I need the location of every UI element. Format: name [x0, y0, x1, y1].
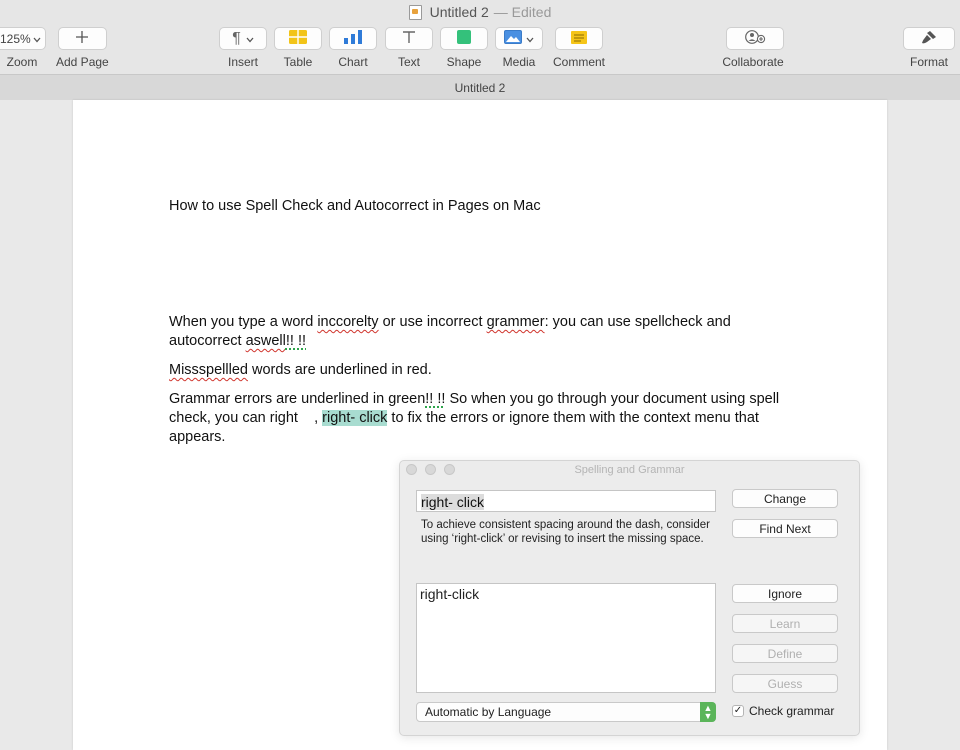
text-label: Text [397, 55, 420, 69]
zoom-value: 125% [0, 31, 31, 46]
suggestion-item[interactable]: right-click [420, 586, 712, 602]
misspelled-word[interactable]: inccorelty [317, 314, 378, 330]
media-button[interactable] [495, 27, 543, 50]
learn-button[interactable]: Learn [732, 614, 838, 633]
define-button[interactable]: Define [732, 644, 838, 663]
shape-label: Shape [446, 55, 482, 69]
comment-icon [571, 30, 587, 47]
current-word: right- click [421, 494, 485, 510]
window-title: Untitled 2 [429, 4, 489, 20]
zoom-select[interactable]: 125% [0, 27, 46, 50]
paintbrush-icon [921, 30, 937, 47]
comment-label: Comment [553, 55, 606, 69]
updown-chevron-icon: ▲ ▼ [700, 702, 716, 722]
ignore-button[interactable]: Ignore [732, 584, 838, 603]
chevron-down-icon [526, 31, 534, 46]
misspelled-word[interactable]: grammer [487, 314, 545, 330]
insert-tool[interactable]: ¶ Insert [219, 27, 267, 69]
find-next-button[interactable]: Find Next [732, 519, 838, 538]
text-button[interactable] [385, 27, 433, 50]
p1-text-b: or use incorrect [378, 314, 487, 330]
plus-icon [75, 30, 89, 47]
zoom-tool[interactable]: 125% Zoom [0, 27, 46, 69]
format-button[interactable] [903, 27, 955, 50]
insert-label: Insert [227, 55, 258, 69]
shape-tool[interactable]: Shape [440, 27, 488, 69]
paragraph-1[interactable]: When you type a word inccorelty or use i… [169, 313, 799, 351]
document-tab-bar: Untitled 2 [0, 74, 960, 101]
media-tool[interactable]: Media [495, 27, 543, 69]
change-button[interactable]: Change [732, 489, 838, 508]
highlighted-error[interactable]: right- click [322, 410, 388, 426]
comment-tool[interactable]: Comment [553, 27, 605, 69]
collaborate-button[interactable] [726, 27, 784, 50]
guess-button[interactable]: Guess [732, 674, 838, 693]
add-page-label: Add Page [56, 55, 109, 69]
suggestions-list[interactable]: right-click [416, 583, 716, 693]
chart-label: Chart [338, 55, 368, 69]
media-label: Media [502, 55, 536, 69]
panel-title: Spelling and Grammar [574, 464, 685, 476]
document-icon [408, 4, 422, 20]
chart-tool[interactable]: Chart [329, 27, 377, 69]
text-tool[interactable]: Text [385, 27, 433, 69]
grammar-error[interactable]: !! !! [425, 391, 445, 407]
collaborate-tool[interactable]: Collaborate [722, 27, 784, 69]
table-button[interactable] [274, 27, 322, 50]
language-value: Automatic by Language [425, 705, 552, 719]
square-shape-icon [457, 30, 471, 47]
language-select[interactable]: Automatic by Language ▲ ▼ [416, 702, 716, 722]
check-grammar-label: Check grammar [749, 704, 835, 718]
document-tab-title[interactable]: Untitled 2 [455, 81, 506, 95]
p3-text-a: Grammar errors are underlined in green [169, 391, 426, 407]
chart-button[interactable] [329, 27, 377, 50]
collaborate-label: Collaborate [722, 55, 784, 69]
grammar-advice: To achieve consistent spacing around the… [421, 519, 710, 545]
format-tool[interactable]: Format [903, 27, 955, 69]
table-tool[interactable]: Table [274, 27, 322, 69]
comment-button[interactable] [555, 27, 603, 50]
zoom-label: Zoom [6, 55, 38, 69]
toolbar: 125% Zoom Add Page ¶ Insert Table Chart … [0, 24, 960, 74]
bar-chart-icon [343, 30, 363, 47]
insert-button[interactable]: ¶ [219, 27, 267, 50]
table-label: Table [283, 55, 313, 69]
misspelled-word[interactable]: aswell [246, 333, 286, 349]
window-titlebar: Untitled 2 — Edited [0, 0, 960, 24]
current-word-field[interactable]: right- click [416, 490, 716, 512]
p2-text: words are underlined in red. [247, 362, 432, 378]
paragraph-icon: ¶ [232, 29, 241, 47]
edited-status: — Edited [493, 4, 552, 20]
grammar-error[interactable]: !! !! [286, 333, 306, 349]
chevron-down-icon [246, 31, 254, 46]
paragraph-3[interactable]: Grammar errors are underlined in green!!… [169, 390, 799, 447]
check-grammar-checkbox[interactable]: ✓ [732, 705, 744, 717]
chevron-down-icon [33, 32, 41, 46]
image-icon [504, 30, 522, 47]
add-page-button[interactable] [57, 27, 107, 50]
format-label: Format [909, 55, 948, 69]
spelling-grammar-panel: Spelling and Grammar right- click To ach… [399, 460, 860, 736]
add-page-tool[interactable]: Add Page [56, 27, 109, 69]
shape-button[interactable] [440, 27, 488, 50]
misspelled-word[interactable]: Missspellled [169, 362, 248, 378]
paragraph-2[interactable]: Missspellled words are underlined in red… [169, 361, 799, 380]
text-icon [402, 30, 416, 47]
p1-text-a: When you type a word [169, 314, 318, 330]
person-add-icon [744, 30, 766, 47]
document-heading[interactable]: How to use Spell Check and Autocorrect i… [169, 197, 799, 216]
check-grammar-row[interactable]: ✓ Check grammar [732, 704, 834, 718]
table-icon [289, 30, 307, 47]
